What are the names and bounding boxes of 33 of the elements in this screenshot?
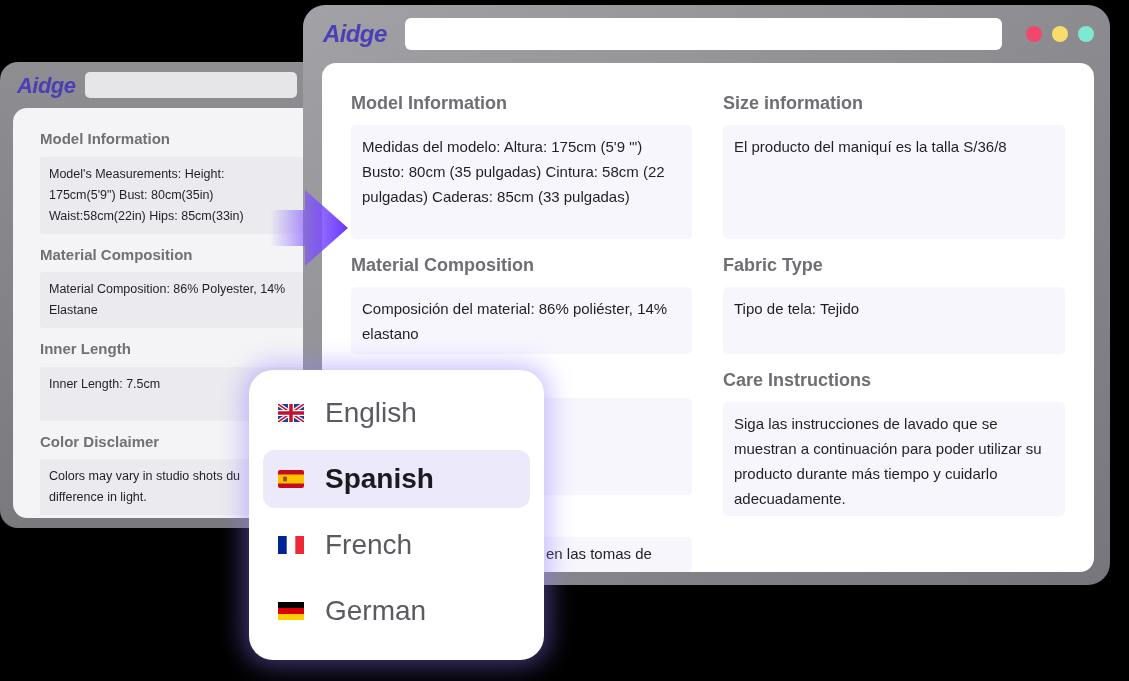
section-heading: Care Instructions (723, 369, 873, 392)
text-card: Composición del material: 86% poliéster, 14% elastano (351, 287, 692, 354)
card-text: 175cm(5'9") Bust: 80cm(35in) (49, 186, 214, 204)
section-heading: Fabric Type (723, 254, 824, 277)
uk-flag-icon (278, 404, 304, 422)
card-text: Waist:58cm(22in) Hips: 85cm(33in) (49, 207, 244, 225)
germany-flag-icon (278, 602, 304, 620)
section-heading: Size information (723, 92, 864, 115)
section-heading: Material Composition (351, 254, 535, 277)
france-flag-icon (278, 536, 304, 554)
text-card: El producto del maniquí es la talla S/36/8 (723, 125, 1065, 239)
section-heading: Inner Length (40, 339, 131, 359)
section-heading: Model Information (351, 92, 508, 115)
address-bar[interactable] (404, 18, 1002, 50)
logo: Aidge (17, 71, 76, 100)
logo: Aidge (323, 19, 387, 49)
text-card: Tipo de tela: Tejido (723, 287, 1065, 354)
section-heading: Color Disclaimer (40, 431, 160, 452)
text-card: Medidas del modelo: Altura: 175cm (5'9 "') Busto: 80cm (35 pulgadas) Cintura: 58cm (22 pulgadas) Caderas: 85cm (33 pulgadas) (351, 125, 692, 239)
text-card: Siga las instrucciones de lavado que se muestran a continuación para poder utilizar su producto durante más tiempo y cuidarlo adecuadamente. (723, 402, 1065, 516)
section-heading: Material Composition (40, 244, 193, 265)
language-option[interactable]: Spanish (263, 450, 530, 508)
section-heading: Model Information (40, 129, 170, 149)
card-text: Inner Length: 7.5cm (49, 375, 161, 393)
card-text: en las tomas de (546, 544, 652, 562)
address-bar[interactable] (85, 72, 298, 98)
spain-flag-icon (278, 470, 304, 488)
card-text: Model's Measurements: Height: (49, 165, 225, 183)
card-text: Colors may vary in studio shots du (49, 468, 241, 485)
card-text: Material Composition: 86% Polyester, 14% (49, 281, 286, 298)
card-text: difference in light. (49, 489, 147, 506)
card-text: Elastane (49, 302, 98, 319)
arrow-icon (270, 190, 348, 266)
